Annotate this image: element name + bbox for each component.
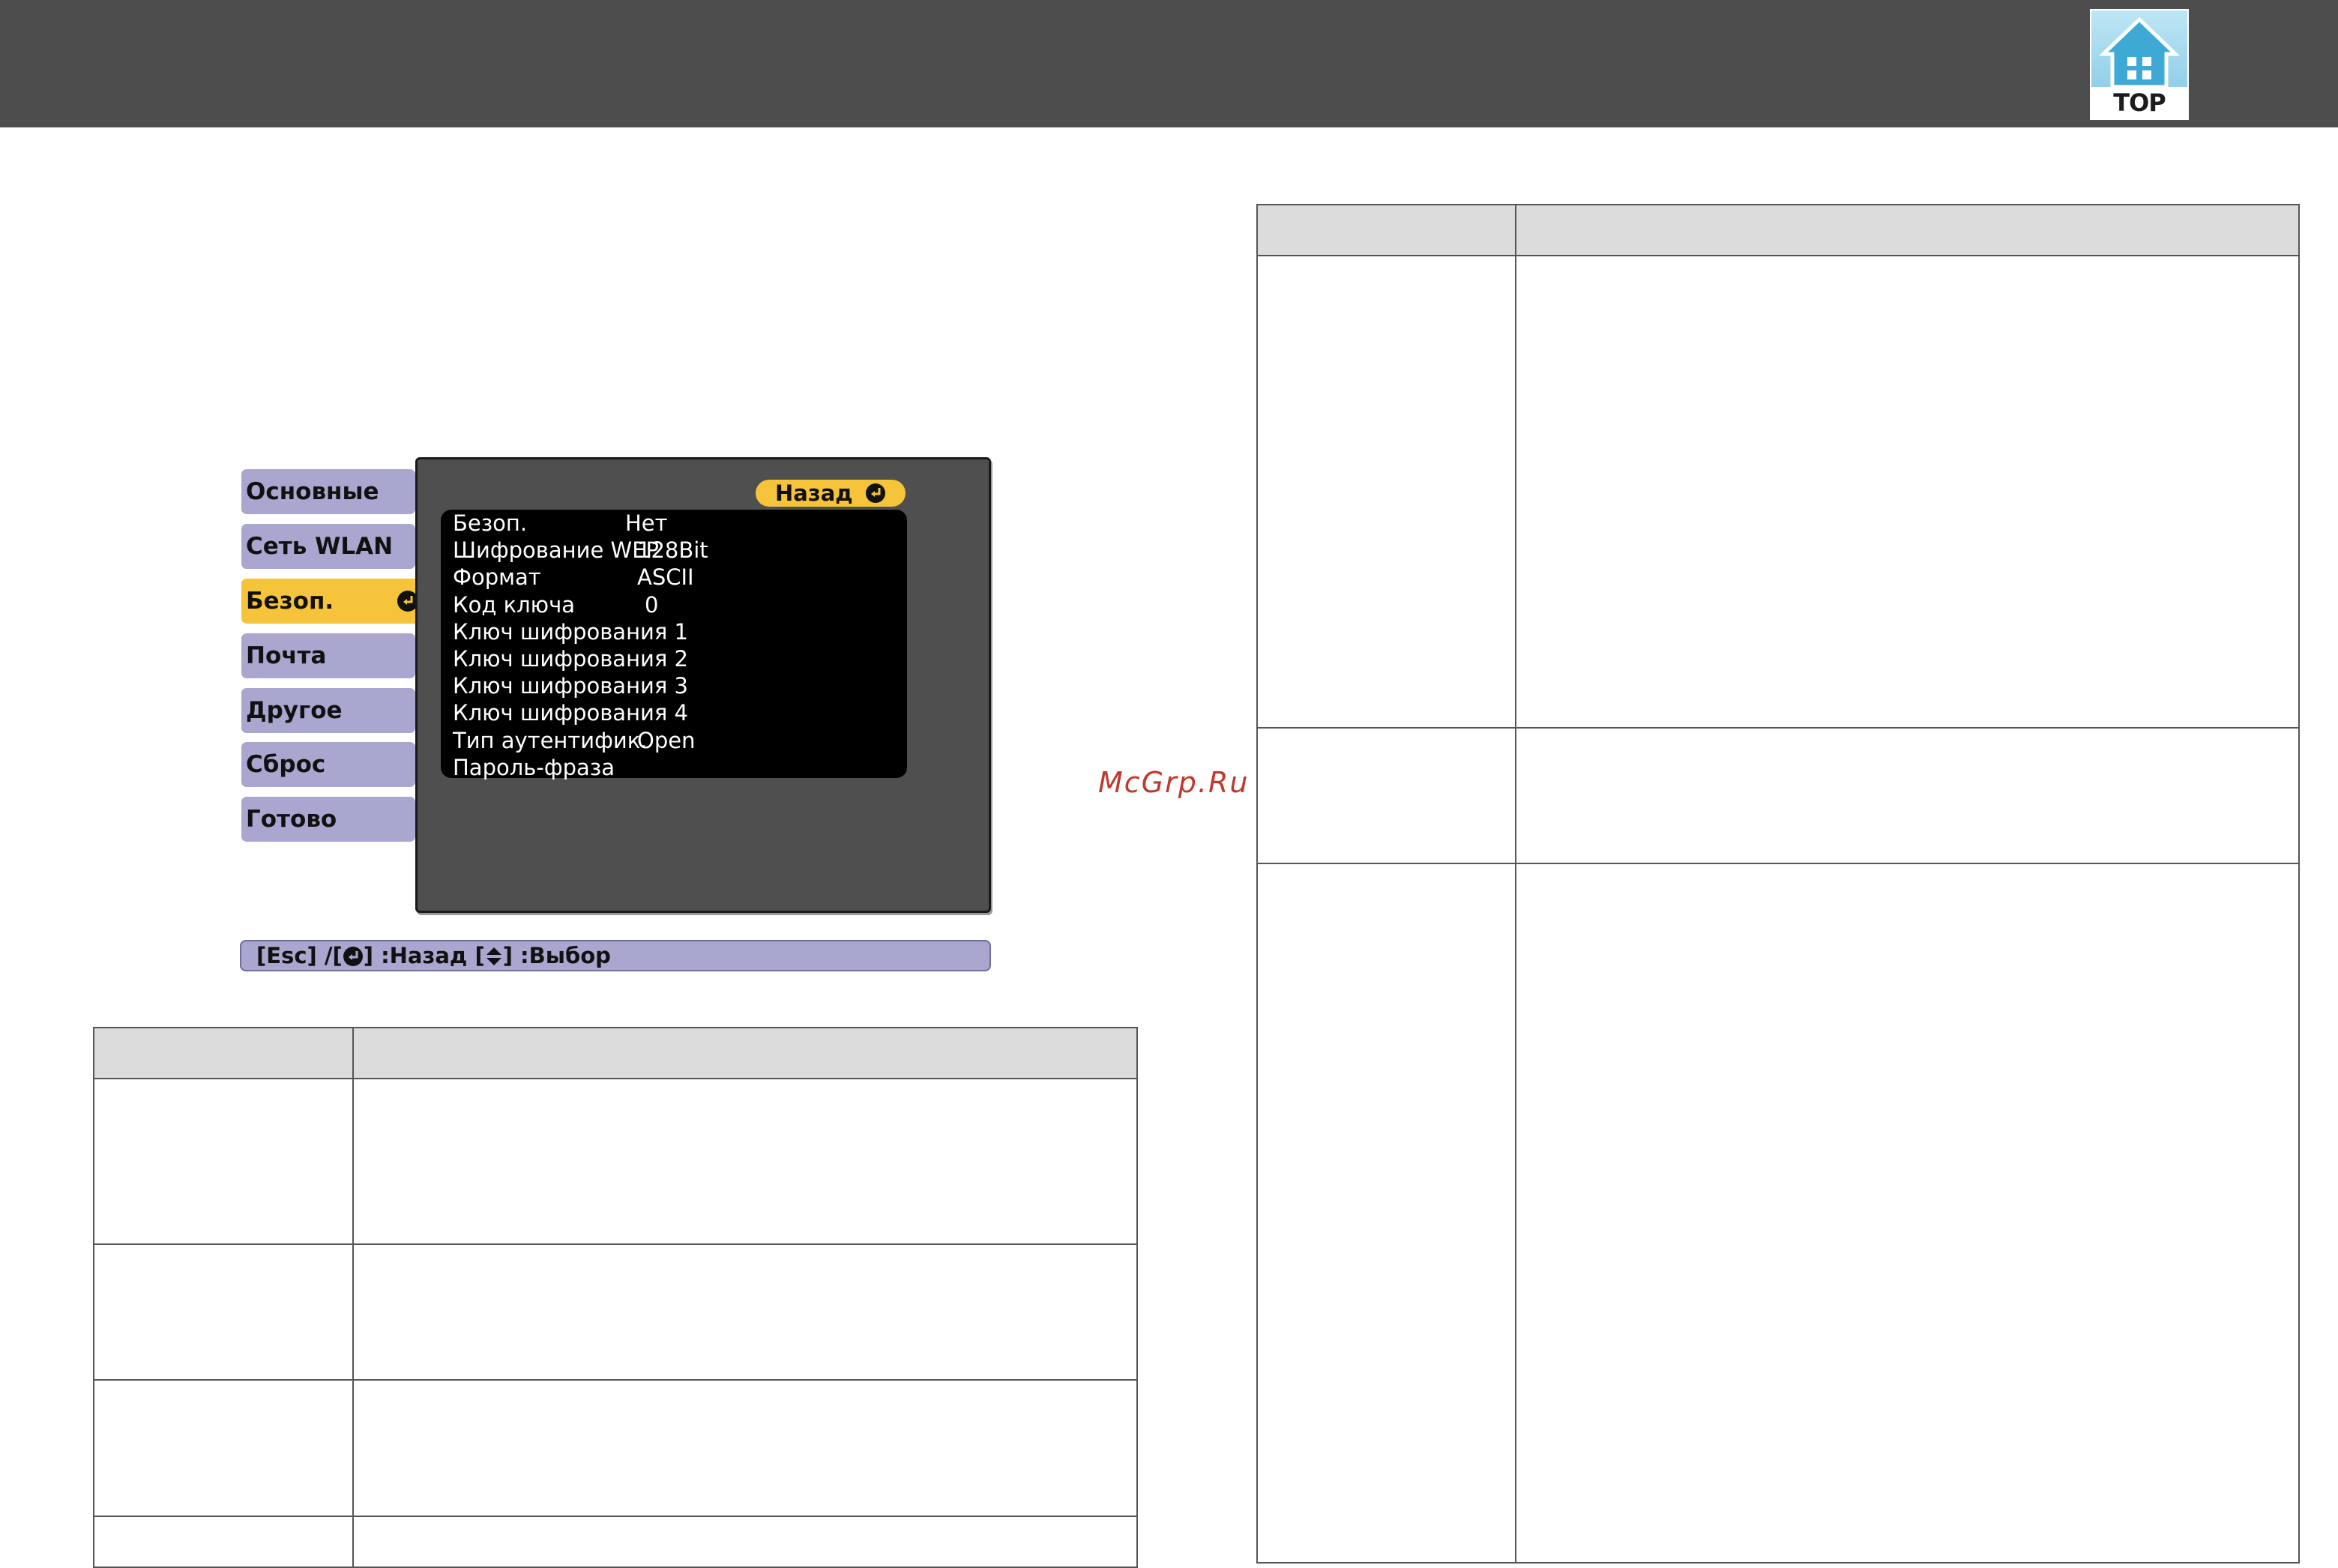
back-button-label: Назад [775,480,853,506]
table-left-rule [93,1379,1138,1381]
settings-row-value: Нет [625,510,668,536]
table-right-rule [1256,255,2300,256]
settings-row-name: Код ключа [453,591,575,618]
enter-icon [343,947,363,966]
hint-select: ] :Выбор [502,943,611,968]
settings-list: Безоп. Нет Шифрование WEP 128Bit Формат ASCII… [441,510,907,781]
settings-row[interactable]: Формат ASCII [441,564,907,591]
settings-row[interactable]: Ключ шифрования 1 [441,618,907,645]
menu-tab-label: Сеть WLAN [246,533,394,560]
settings-row-name: Шифрование WEP [453,537,660,564]
settings-row-value: Open [637,727,696,753]
back-button[interactable]: Назад [756,480,906,507]
table-right-divider [1515,204,1516,1564]
top-header-bar [0,0,2338,127]
menu-tab[interactable]: Безоп. [241,579,425,624]
menu-tab[interactable]: Сброс [241,742,415,787]
menu-tab-label: Основные [246,478,379,505]
settings-row-value: 0 [645,591,659,618]
menu-tab[interactable]: Готово [241,797,415,842]
house-icon [2098,16,2181,89]
settings-row-name: Ключ шифрования 4 [453,700,689,726]
hint-esc: [Esc] /[ [256,943,343,968]
settings-row-name: Тип аутентифик. [453,727,648,753]
menu-tab[interactable]: Другое [241,688,415,733]
menu-tab[interactable]: Почта [241,633,415,678]
table-left-rule [93,1078,1138,1079]
settings-row[interactable]: Ключ шифрования 3 [441,672,907,699]
table-right-rule [1256,863,2300,864]
settings-row-value: 128Bit [637,537,708,564]
settings-row[interactable]: Безоп. Нет [441,510,907,537]
settings-row[interactable]: Шифрование WEP 128Bit [441,537,907,564]
settings-row[interactable]: Пароль-фраза [441,754,907,781]
menu-tab[interactable]: Основные [241,469,415,514]
settings-row-name: Ключ шифрования 1 [453,618,689,645]
settings-row-name: Формат [453,564,541,591]
settings-row[interactable]: Ключ шифрования 2 [441,645,907,672]
table-right-rule [1256,727,2300,729]
key-hint-bar: [Esc] /[ ] :Назад [ ] :Выбор [240,940,991,971]
table-left-divider [352,1027,354,1568]
top-link-logo[interactable]: TOP [2090,9,2189,120]
settings-row-name: Ключ шифрования 3 [453,673,689,699]
settings-row-name: Ключ шифрования 2 [453,646,689,672]
up-down-icon [486,947,501,965]
table-left-rule [93,1243,1138,1245]
menu-tab-label: Сброс [246,751,326,778]
settings-row-name: Безоп. [453,510,528,536]
menu-tab-label: Безоп. [246,588,334,615]
menu-tab-label: Другое [246,697,343,724]
table-left [93,1027,1138,1568]
settings-row-name: Пароль-фраза [453,754,615,780]
menu-tab[interactable]: Сеть WLAN [241,524,415,569]
menu-tab-label: Почта [246,642,327,669]
table-left-rule [93,1516,1138,1517]
settings-row-value: ASCII [637,564,694,591]
menu-tab-label: Готово [246,806,337,833]
settings-row[interactable]: Код ключа 0 [441,591,907,618]
settings-row[interactable]: Ключ шифрования 4 [441,699,907,726]
watermark: McGrp.Ru [1098,766,1250,799]
settings-row[interactable]: Тип аутентифик. Open [441,727,907,754]
enter-icon [866,483,885,503]
hint-back: ] :Назад [ [363,943,485,968]
table-right [1256,204,2300,1564]
top-logo-label: TOP [2091,87,2187,118]
